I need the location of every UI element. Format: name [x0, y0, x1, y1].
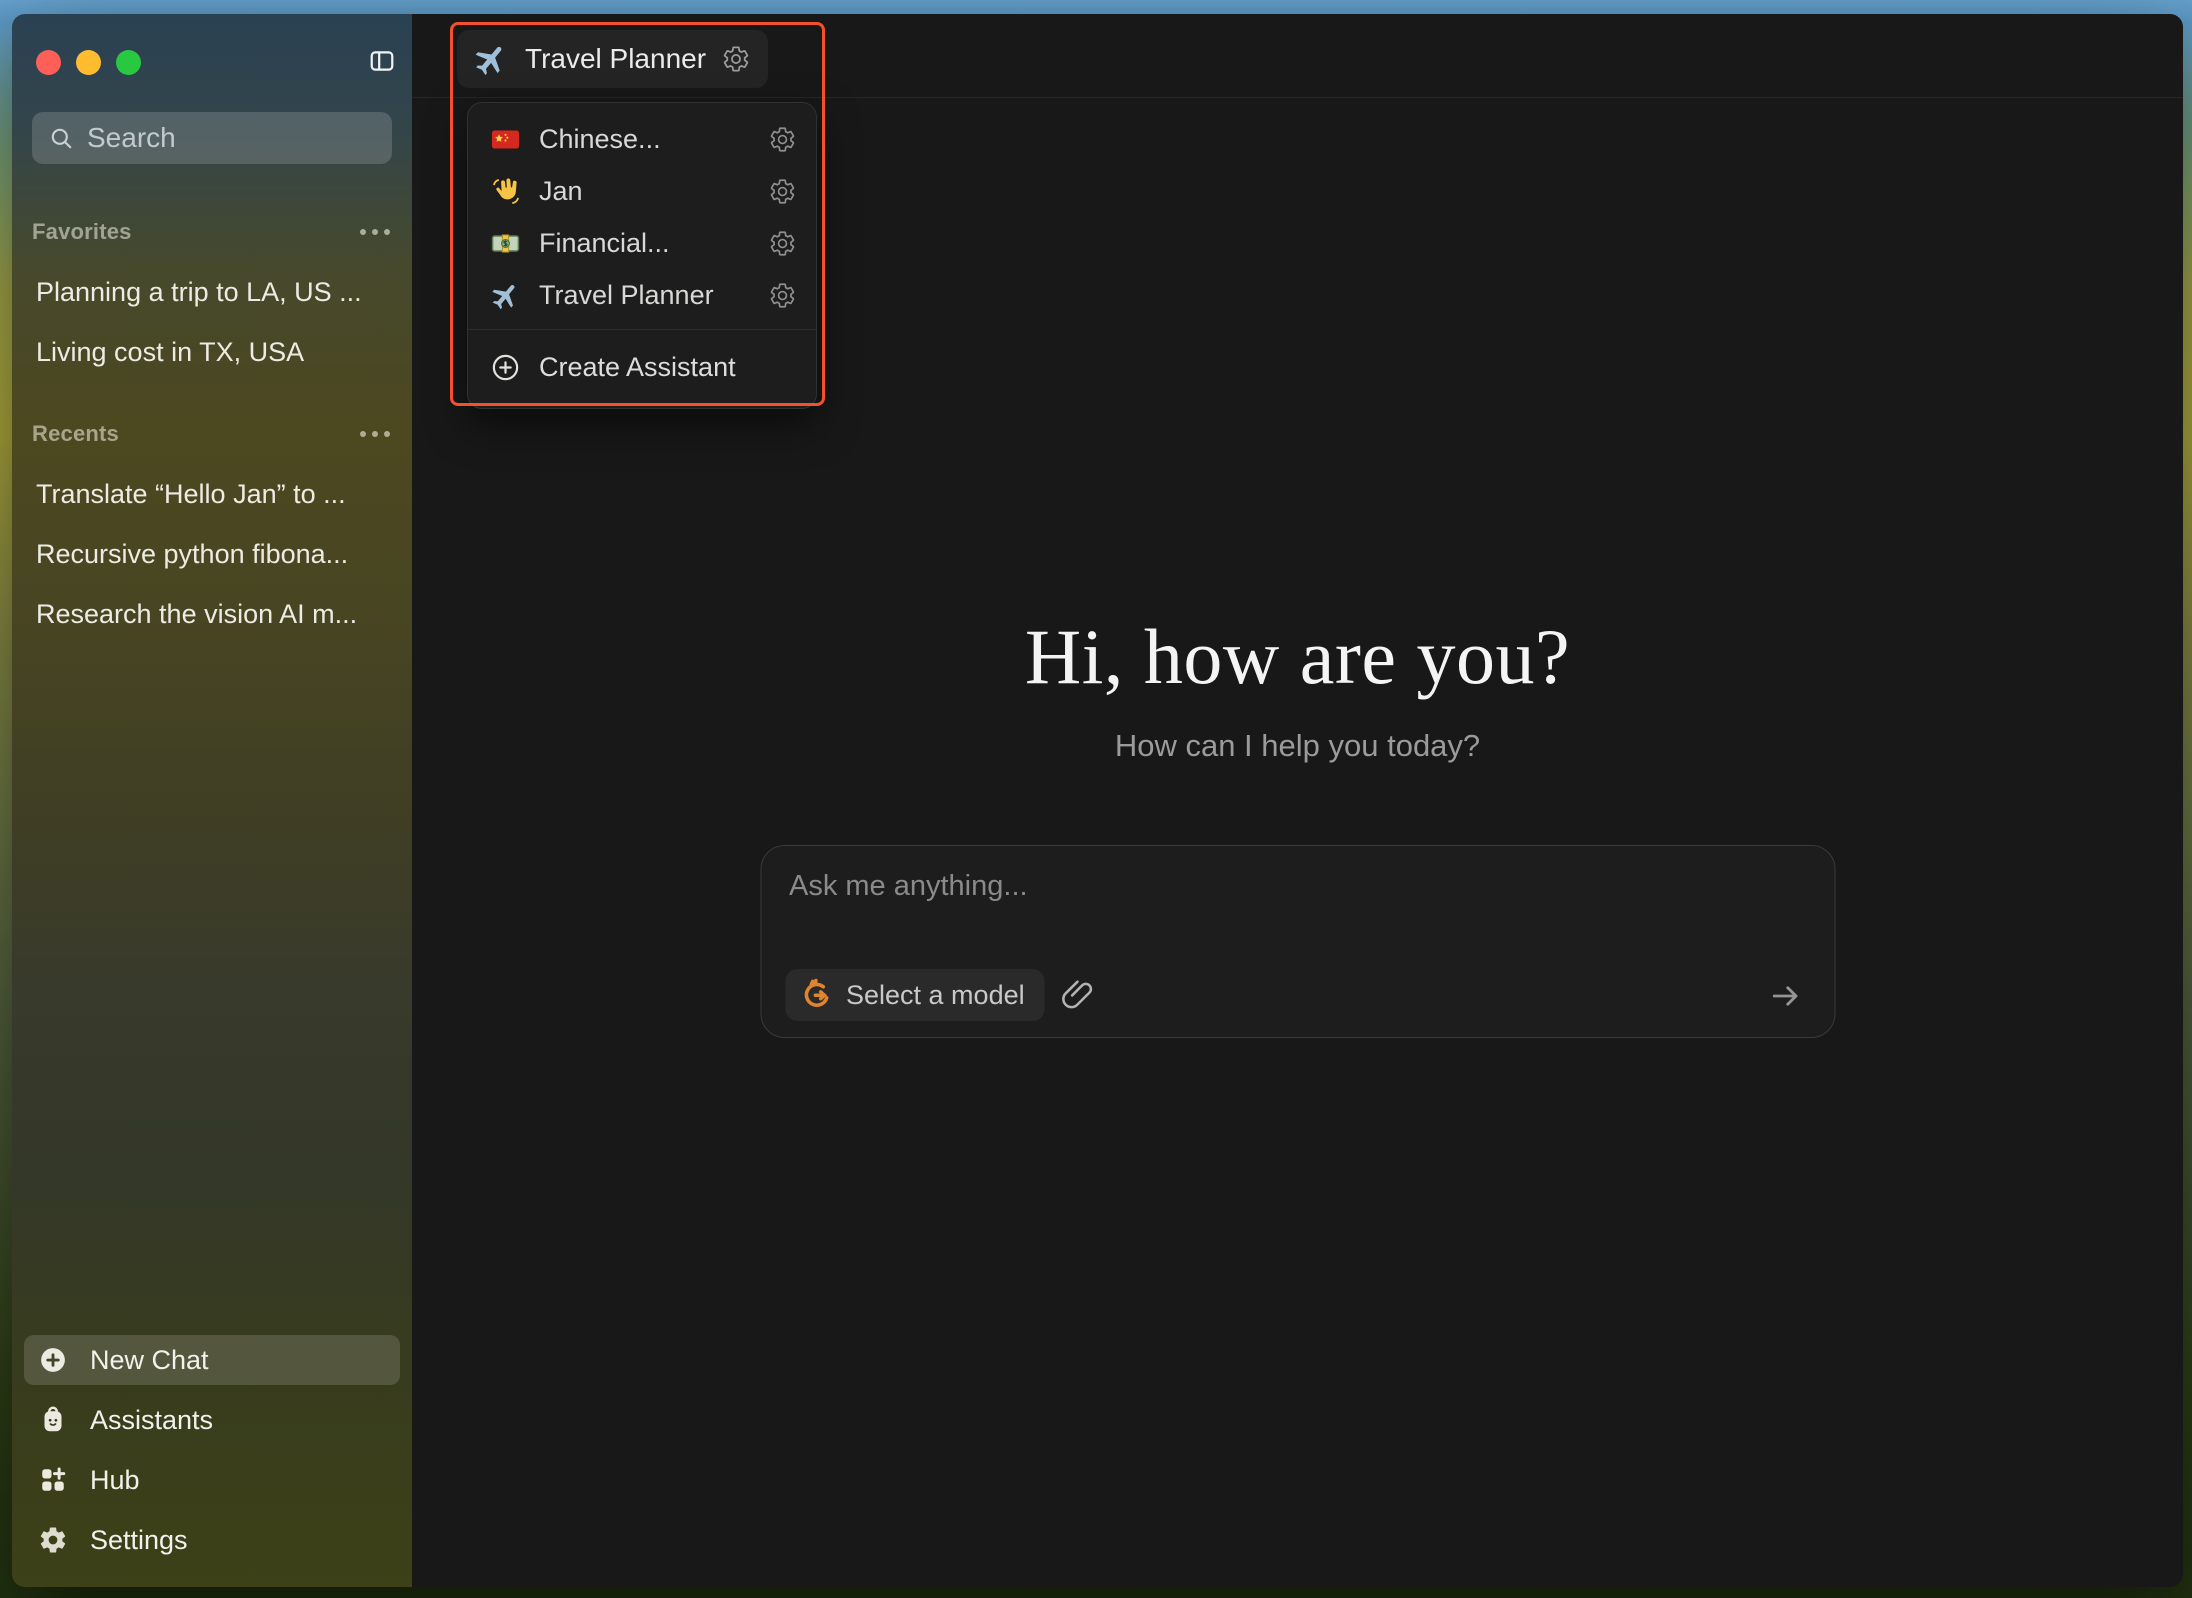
minimize-button[interactable]	[76, 50, 101, 75]
greeting: Hi, how are you? How can I help you toda…	[412, 612, 2183, 764]
assistant-option-jan[interactable]: Jan	[468, 165, 816, 217]
create-assistant-label: Create Assistant	[539, 352, 736, 383]
chat-item[interactable]: Living cost in TX, USA	[32, 330, 392, 374]
assistant-option-chinese[interactable]: Chinese...	[468, 113, 816, 165]
nav-label: Settings	[90, 1525, 188, 1556]
nav-label: Assistants	[90, 1405, 213, 1436]
message-input[interactable]	[789, 870, 1754, 934]
assistant-selector-label: Travel Planner	[525, 43, 706, 75]
hub-icon	[38, 1465, 68, 1495]
greeting-subtitle: How can I help you today?	[412, 728, 2183, 764]
assistant-option-label: Financial...	[539, 228, 751, 259]
zoom-button[interactable]	[116, 50, 141, 75]
titlebar	[12, 14, 412, 112]
plus-circle-icon	[490, 352, 521, 383]
assistant-selector-button[interactable]: Travel Planner	[457, 30, 768, 88]
china-flag-emoji	[490, 124, 521, 155]
main-area: Travel Planner Chinese...	[412, 14, 2183, 1587]
chat-item[interactable]: Research the vision AI m...	[32, 592, 392, 636]
assistant-dropdown-menu: Chinese... Jan Financial...	[467, 102, 817, 409]
close-button[interactable]	[36, 50, 61, 75]
send-arrow-icon[interactable]	[1767, 978, 1803, 1014]
desktop: { "window": { "traffic_lights": ["close"…	[0, 0, 2192, 1598]
assistant-option-label: Travel Planner	[539, 280, 751, 311]
paperclip-icon[interactable]	[1061, 978, 1095, 1012]
nav-item-new-chat[interactable]: New Chat	[24, 1335, 400, 1385]
favorites-ellipsis-icon[interactable]	[358, 223, 392, 241]
nav-item-hub[interactable]: Hub	[24, 1455, 400, 1505]
select-model-label: Select a model	[846, 980, 1025, 1011]
nav-label: New Chat	[90, 1345, 209, 1376]
menu-divider	[468, 329, 816, 330]
create-assistant-button[interactable]: Create Assistant	[468, 338, 816, 396]
chat-item[interactable]: Translate “Hello Jan” to ...	[32, 472, 392, 516]
sidebar-nav: New Chat Assistants Hub Settings	[24, 1335, 400, 1565]
favorites-title: Favorites	[32, 219, 132, 245]
nav-item-assistants[interactable]: Assistants	[24, 1395, 400, 1445]
app-window: Favorites Planning a trip to LA, US ... …	[12, 14, 2183, 1587]
gear-icon[interactable]	[722, 45, 750, 73]
gear-icon[interactable]	[769, 126, 796, 153]
search-box[interactable]	[32, 112, 392, 164]
composer-actions: Select a model	[785, 969, 1095, 1021]
gear-icon	[38, 1525, 68, 1555]
gear-icon[interactable]	[769, 178, 796, 205]
nav-label: Hub	[90, 1465, 140, 1496]
select-model-button[interactable]: Select a model	[785, 969, 1045, 1021]
assistant-option-label: Jan	[539, 176, 751, 207]
money-emoji	[490, 228, 521, 259]
plus-circle-icon	[38, 1345, 68, 1375]
recents-title: Recents	[32, 421, 119, 447]
main-header: Travel Planner	[412, 14, 2183, 98]
chat-item[interactable]: Planning a trip to LA, US ...	[32, 270, 392, 314]
favorites-section: Favorites Planning a trip to LA, US ... …	[32, 218, 392, 374]
chat-item[interactable]: Recursive python fibona...	[32, 532, 392, 576]
sidebar: Favorites Planning a trip to LA, US ... …	[12, 14, 412, 1587]
sidebar-toggle-icon[interactable]	[368, 47, 396, 75]
assistant-option-label: Chinese...	[539, 124, 751, 155]
nav-item-settings[interactable]: Settings	[24, 1515, 400, 1565]
assistant-option-travel-planner[interactable]: Travel Planner	[468, 269, 816, 321]
recents-section: Recents Translate “Hello Jan” to ... Rec…	[32, 420, 392, 636]
assistants-icon	[38, 1405, 68, 1435]
search-input[interactable]	[87, 122, 448, 154]
gear-icon[interactable]	[769, 282, 796, 309]
gear-icon[interactable]	[769, 230, 796, 257]
chat-composer: Select a model	[760, 845, 1835, 1038]
recents-ellipsis-icon[interactable]	[358, 425, 392, 443]
llama-icon	[799, 978, 833, 1012]
waving-hand-emoji	[490, 176, 521, 207]
airplane-emoji	[490, 280, 521, 311]
assistant-option-financial[interactable]: Financial...	[468, 217, 816, 269]
search-icon	[48, 125, 75, 152]
airplane-emoji	[473, 41, 509, 77]
greeting-title: Hi, how are you?	[412, 612, 2183, 702]
